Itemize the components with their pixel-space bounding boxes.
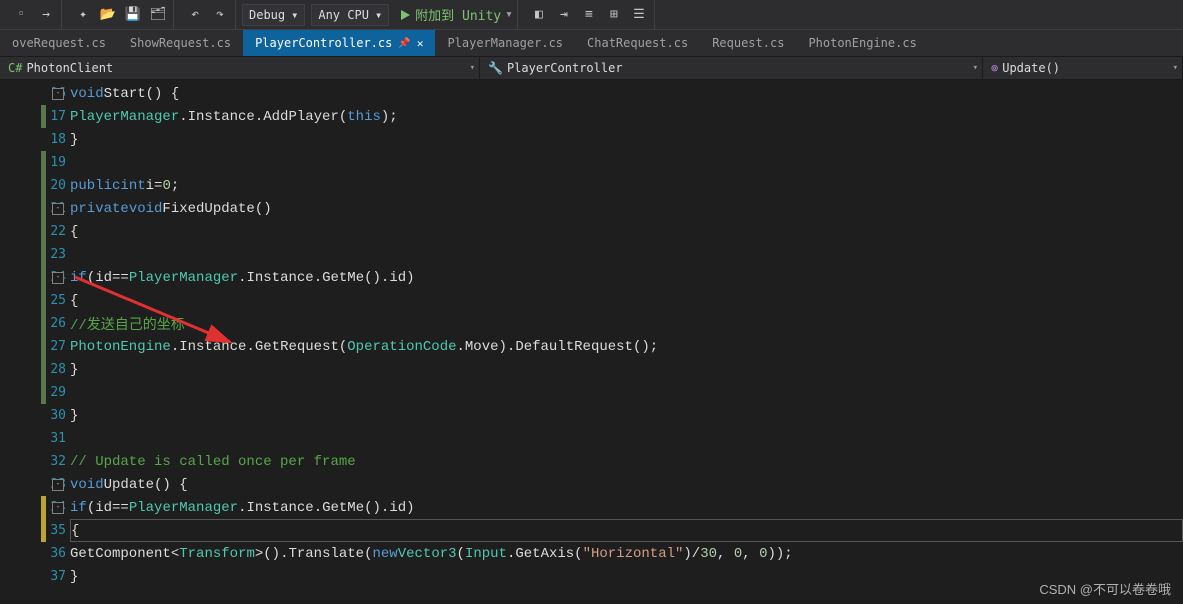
tab-ChatRequest-cs[interactable]: ChatRequest.cs	[575, 30, 700, 56]
code-line[interactable]: {	[70, 289, 1183, 312]
class-icon: 🔧	[488, 61, 503, 75]
fold-toggle[interactable]: -	[52, 502, 64, 514]
gutter: 16-1718192021-222324-252627282930313233-…	[0, 80, 70, 604]
gutter-line: 37	[0, 565, 70, 588]
code-line[interactable]: }	[70, 565, 1183, 588]
gutter-line: 17	[0, 105, 70, 128]
tool-icon[interactable]: ⇥	[553, 4, 575, 26]
csharp-icon: C#	[8, 61, 22, 75]
nav-fwd-button[interactable]: →	[35, 4, 57, 26]
gutter-line: 32	[0, 450, 70, 473]
nav-member-label: Update()	[1002, 61, 1060, 75]
gutter-line: 24-	[0, 266, 70, 289]
code-line[interactable]: GetComponent<Transform>().Translate(new …	[70, 542, 1183, 565]
tab-PlayerController-cs[interactable]: PlayerController.cs📌✕	[243, 30, 435, 56]
tool-icon[interactable]: ≡	[578, 4, 600, 26]
save-all-button[interactable]: 🗂	[147, 4, 169, 26]
gutter-line: 20	[0, 174, 70, 197]
toolbar: ◦ → ✦ 📂 💾 🗂 ↶ ↷ Debug▾ Any CPU▾ 附加到 Unit…	[0, 0, 1183, 30]
tool-icon[interactable]: ◧	[528, 4, 550, 26]
config-label: Debug	[249, 8, 285, 22]
nav-project[interactable]: C# PhotonClient ▾	[0, 57, 480, 79]
tab-ShowRequest-cs[interactable]: ShowRequest.cs	[118, 30, 243, 56]
code-line[interactable]	[70, 381, 1183, 404]
nav-back-button[interactable]: ◦	[10, 4, 32, 26]
platform-label: Any CPU	[318, 8, 369, 22]
tab-PhotonEngine-cs[interactable]: PhotonEngine.cs	[796, 30, 928, 56]
gutter-line: 36	[0, 542, 70, 565]
fold-toggle[interactable]: -	[52, 479, 64, 491]
gutter-line: 30	[0, 404, 70, 427]
code-line[interactable]: PlayerManager.Instance.AddPlayer(this);	[70, 105, 1183, 128]
code-line[interactable]: public int i = 0;	[70, 174, 1183, 197]
code-line[interactable]: }	[70, 128, 1183, 151]
code-line[interactable]	[70, 427, 1183, 450]
gutter-line: 19	[0, 151, 70, 174]
gutter-line: 35	[0, 519, 70, 542]
code-line[interactable]: {	[70, 220, 1183, 243]
gutter-line: 27	[0, 335, 70, 358]
code-line[interactable]: void Start () {	[70, 82, 1183, 105]
method-icon: ⊚	[991, 61, 998, 75]
code-line[interactable]	[70, 243, 1183, 266]
nav-class[interactable]: 🔧 PlayerController ▾	[480, 57, 983, 79]
code-area[interactable]: void Start () { PlayerManager.Instance.A…	[70, 80, 1183, 604]
nav-bar: C# PhotonClient ▾ 🔧 PlayerController ▾ ⊚…	[0, 56, 1183, 80]
code-line[interactable]	[70, 151, 1183, 174]
platform-dropdown[interactable]: Any CPU▾	[311, 4, 389, 26]
code-line[interactable]: //发送自己的坐标	[70, 312, 1183, 335]
tab-oveRequest-cs[interactable]: oveRequest.cs	[0, 30, 118, 56]
code-editor[interactable]: 16-1718192021-222324-252627282930313233-…	[0, 80, 1183, 604]
pin-icon[interactable]: 📌	[398, 38, 410, 49]
fold-toggle[interactable]: -	[52, 88, 64, 100]
gutter-line: 34-	[0, 496, 70, 519]
tool-icon[interactable]: ⊞	[603, 4, 625, 26]
code-line[interactable]: {	[70, 519, 1183, 542]
new-file-button[interactable]: ✦	[72, 4, 94, 26]
gutter-line: 22	[0, 220, 70, 243]
undo-button[interactable]: ↶	[184, 4, 206, 26]
close-icon[interactable]: ✕	[417, 37, 424, 50]
fold-toggle[interactable]: -	[52, 272, 64, 284]
gutter-line: 16-	[0, 82, 70, 105]
config-dropdown[interactable]: Debug▾	[242, 4, 305, 26]
fold-toggle[interactable]: -	[52, 203, 64, 215]
gutter-line: 23	[0, 243, 70, 266]
gutter-line: 31	[0, 427, 70, 450]
tab-PlayerManager-cs[interactable]: PlayerManager.cs	[435, 30, 575, 56]
gutter-line: 29	[0, 381, 70, 404]
tab-Request-cs[interactable]: Request.cs	[700, 30, 796, 56]
gutter-line: 21-	[0, 197, 70, 220]
code-line[interactable]: if (id == PlayerManager.Instance.GetMe()…	[70, 266, 1183, 289]
code-line[interactable]: }	[70, 358, 1183, 381]
code-line[interactable]: PhotonEngine.Instance.GetRequest(Operati…	[70, 335, 1183, 358]
save-button[interactable]: 💾	[122, 4, 144, 26]
code-line[interactable]: // Update is called once per frame	[70, 450, 1183, 473]
code-line[interactable]: if (id == PlayerManager.Instance.GetMe()…	[70, 496, 1183, 519]
attach-unity-button[interactable]: 附加到 Unity▾	[399, 5, 513, 24]
tool-icon[interactable]: ☰	[628, 4, 650, 26]
attach-label: 附加到 Unity	[415, 5, 501, 24]
nav-class-label: PlayerController	[507, 61, 623, 75]
gutter-line: 18	[0, 128, 70, 151]
nav-member[interactable]: ⊚ Update() ▾	[983, 57, 1183, 79]
gutter-line: 28	[0, 358, 70, 381]
open-button[interactable]: 📂	[97, 4, 119, 26]
redo-button[interactable]: ↷	[209, 4, 231, 26]
code-line[interactable]: }	[70, 404, 1183, 427]
nav-project-label: PhotonClient	[26, 61, 113, 75]
gutter-line: 25	[0, 289, 70, 312]
gutter-line: 26	[0, 312, 70, 335]
gutter-line: 33-	[0, 473, 70, 496]
code-line[interactable]: void Update () {	[70, 473, 1183, 496]
code-line[interactable]: private void FixedUpdate()	[70, 197, 1183, 220]
tab-bar: oveRequest.csShowRequest.csPlayerControl…	[0, 30, 1183, 56]
